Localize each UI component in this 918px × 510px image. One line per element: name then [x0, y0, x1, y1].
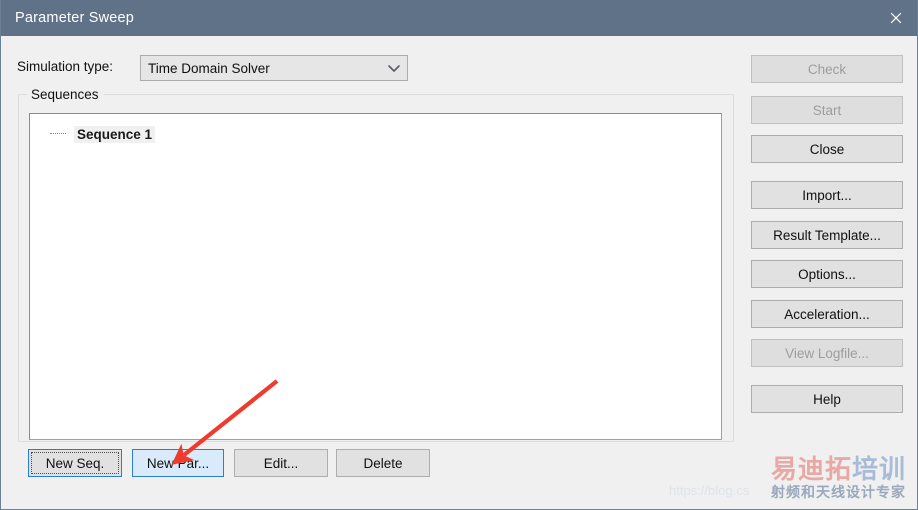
import-button-label: Import... — [802, 187, 852, 203]
check-button[interactable]: Check — [751, 55, 903, 83]
tree-connector-icon — [42, 133, 74, 135]
simulation-type-select[interactable]: Time Domain Solver — [140, 55, 408, 81]
acceleration-button[interactable]: Acceleration... — [751, 300, 903, 328]
new-seq-button[interactable]: New Seq. — [28, 449, 122, 477]
result-template-button[interactable]: Result Template... — [751, 221, 903, 249]
title-bar: Parameter Sweep — [1, 0, 917, 36]
delete-button[interactable]: Delete — [336, 449, 430, 477]
window-title: Parameter Sweep — [15, 10, 135, 26]
close-button[interactable]: Close — [751, 135, 903, 163]
result-template-button-label: Result Template... — [773, 227, 881, 243]
simulation-type-label: Simulation type: — [17, 59, 114, 74]
sequences-groupbox-title: Sequences — [27, 87, 104, 102]
edit-button[interactable]: Edit... — [234, 449, 328, 477]
view-logfile-button[interactable]: View Logfile... — [751, 339, 903, 367]
options-button-label: Options... — [798, 266, 856, 282]
help-button-label: Help — [813, 391, 841, 407]
simulation-type-value: Time Domain Solver — [148, 60, 270, 76]
check-button-label: Check — [807, 61, 847, 77]
options-button[interactable]: Options... — [751, 260, 903, 288]
new-par-button-label: New Par... — [146, 455, 210, 471]
help-button[interactable]: Help — [751, 385, 903, 413]
sequence-item-label: Sequence 1 — [74, 125, 156, 143]
start-button[interactable]: Start — [751, 96, 903, 124]
import-button[interactable]: Import... — [751, 181, 903, 209]
acceleration-button-label: Acceleration... — [784, 306, 870, 322]
edit-button-label: Edit... — [263, 455, 299, 471]
list-item[interactable]: Sequence 1 — [30, 124, 156, 144]
delete-button-label: Delete — [363, 455, 403, 471]
start-button-label: Start — [812, 102, 842, 118]
sequences-list[interactable]: Sequence 1 — [29, 113, 722, 440]
new-seq-button-label: New Seq. — [45, 455, 105, 471]
chevron-down-icon — [381, 63, 407, 73]
parameter-sweep-dialog: Parameter Sweep Simulation type: Time Do… — [0, 0, 918, 510]
close-icon[interactable] — [873, 0, 917, 36]
close-button-label: Close — [809, 141, 845, 157]
view-logfile-button-label: View Logfile... — [785, 345, 869, 361]
new-par-button[interactable]: New Par... — [132, 449, 224, 477]
